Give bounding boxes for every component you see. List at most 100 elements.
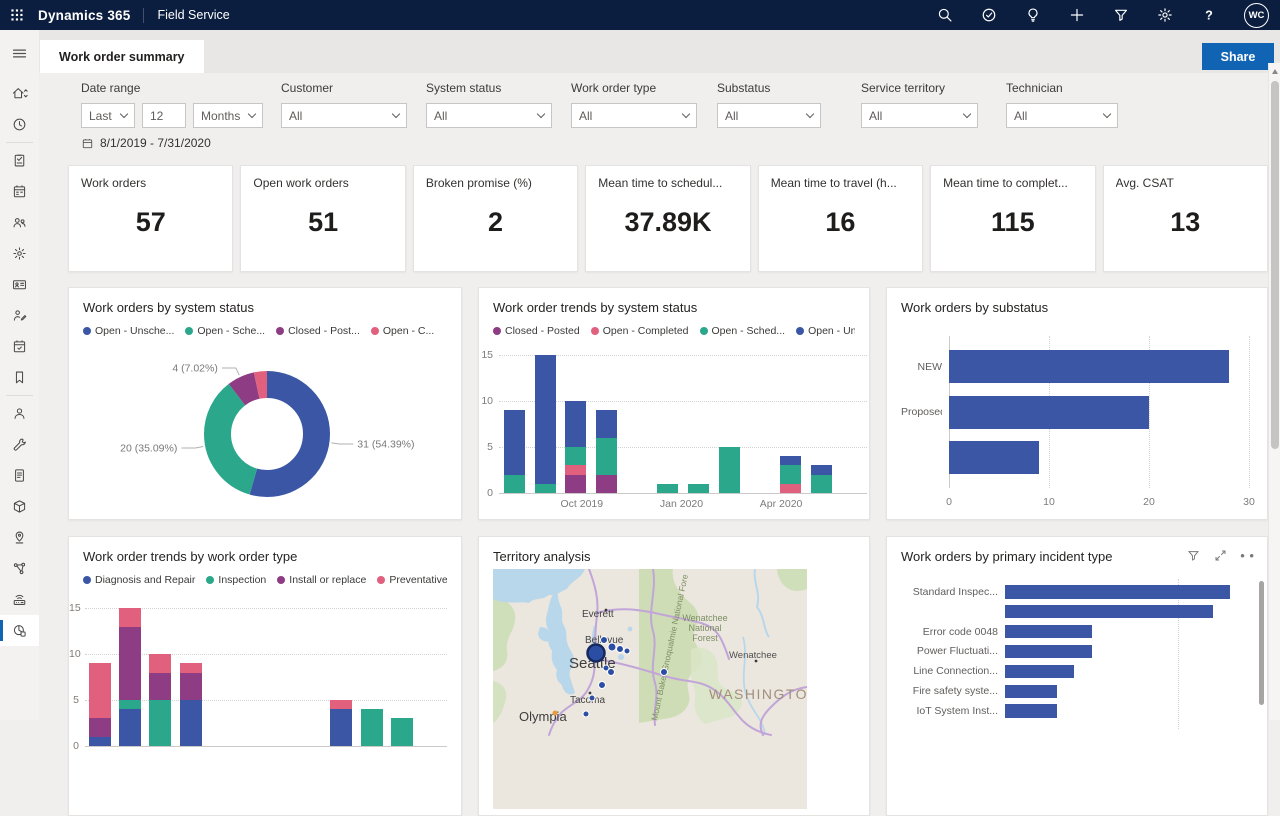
kpi-card[interactable]: Work orders57 xyxy=(68,165,233,272)
app-launcher-icon[interactable] xyxy=(0,0,34,30)
filter-select[interactable]: All xyxy=(571,103,697,128)
bar-segment-open-sched-[interactable] xyxy=(688,484,709,493)
legend-item[interactable]: Inspection xyxy=(206,574,266,586)
settings-icon[interactable] xyxy=(1156,6,1174,24)
avatar[interactable]: WC xyxy=(1244,3,1269,28)
sidebar-item-connections[interactable] xyxy=(0,553,39,584)
stacked-column-chart[interactable]: 051015Oct 2019Jan 2020Apr 2020 xyxy=(479,346,870,493)
sidebar-item-location[interactable] xyxy=(0,522,39,553)
legend-item[interactable]: Closed - Posted xyxy=(493,325,580,337)
ideas-icon[interactable] xyxy=(1024,6,1042,24)
tab-work-order-summary[interactable]: Work order summary xyxy=(40,40,204,73)
add-icon[interactable] xyxy=(1068,6,1086,24)
legend-item[interactable]: Open - Sche... xyxy=(185,325,265,337)
bar-segment-install-or-replace[interactable] xyxy=(119,627,141,701)
bar-segment-open-sched-[interactable] xyxy=(504,475,525,493)
bar[interactable] xyxy=(949,350,1229,383)
bar-segment-inspection[interactable] xyxy=(361,709,383,746)
bar-segment-open-completed[interactable] xyxy=(565,465,586,474)
hamburger-menu-icon[interactable] xyxy=(0,36,39,70)
app-name[interactable]: Field Service xyxy=(157,8,229,22)
filter-icon[interactable] xyxy=(1112,6,1130,24)
filter-select[interactable]: All xyxy=(1006,103,1118,128)
sidebar-item-tasks[interactable] xyxy=(0,145,39,176)
filter-icon[interactable] xyxy=(1186,548,1201,563)
bar-segment-open-unsc-[interactable] xyxy=(504,410,525,474)
search-icon[interactable] xyxy=(936,6,954,24)
card-scrollbar-thumb[interactable] xyxy=(1259,581,1264,705)
bar[interactable] xyxy=(949,396,1149,429)
bar-segment-open-sched-[interactable] xyxy=(780,465,801,483)
more-options-icon[interactable]: • • xyxy=(1240,552,1255,560)
sidebar-item-contact[interactable] xyxy=(0,398,39,429)
help-icon[interactable]: ? xyxy=(1200,6,1218,24)
kpi-card[interactable]: Broken promise (%)2 xyxy=(413,165,578,272)
scroll-up-arrow-icon[interactable] xyxy=(1272,69,1278,74)
bar-segment-open-sched-[interactable] xyxy=(719,447,740,493)
bar-segment-install-or-replace[interactable] xyxy=(149,673,171,701)
bar-segment-inspection[interactable] xyxy=(149,700,171,746)
date-unit-select[interactable]: Months (C... xyxy=(193,103,263,128)
legend-item[interactable]: Open - Completed xyxy=(591,325,689,337)
horizontal-bar-chart[interactable]: 0102030NEWProposed xyxy=(901,336,1255,516)
bar-segment-closed-posted[interactable] xyxy=(565,475,586,493)
donut-chart[interactable]: 31 (54.39%)20 (35.09%)4 (7.02%) xyxy=(69,344,462,520)
kpi-card[interactable]: Mean time to travel (h...16 xyxy=(758,165,923,272)
stacked-column-chart[interactable]: 051015 xyxy=(69,599,462,746)
bar-segment-inspection[interactable] xyxy=(119,700,141,709)
bar-segment-preventative-mai-[interactable] xyxy=(330,700,352,709)
sidebar-item-recent[interactable] xyxy=(0,109,39,140)
sidebar-item-resources[interactable] xyxy=(0,207,39,238)
bar[interactable] xyxy=(1005,665,1074,679)
legend-item[interactable]: Install or replace xyxy=(277,574,366,586)
territory-map[interactable]: Everett Bellevue Seattle Tacoma Olympia … xyxy=(493,569,807,809)
bar-segment-preventative-mai-[interactable] xyxy=(119,608,141,626)
legend-item[interactable]: Closed - Post... xyxy=(276,325,360,337)
kpi-card[interactable]: Open work orders51 xyxy=(240,165,405,272)
bar-segment-inspection[interactable] xyxy=(391,718,413,746)
sidebar-item-invoice[interactable] xyxy=(0,460,39,491)
filter-select[interactable]: All xyxy=(281,103,407,128)
legend-item[interactable]: Open - C... xyxy=(371,325,434,337)
filter-select[interactable]: All xyxy=(861,103,978,128)
legend-item[interactable]: Open - Sched... xyxy=(700,325,786,337)
bar-segment-preventative-mai-[interactable] xyxy=(180,663,202,672)
bar[interactable] xyxy=(1005,625,1092,639)
date-count-input[interactable] xyxy=(142,103,186,128)
bar-segment-open-sched-[interactable] xyxy=(657,484,678,493)
page-scrollbar[interactable] xyxy=(1268,63,1280,720)
brand-title[interactable]: Dynamics 365 xyxy=(38,8,130,23)
sidebar-item-dashboard[interactable] xyxy=(0,615,39,646)
bar-segment-open-sched-[interactable] xyxy=(811,475,832,493)
filter-select[interactable]: All xyxy=(426,103,552,128)
bar-segment-open-unsc-[interactable] xyxy=(565,401,586,447)
legend-item[interactable]: Diagnosis and Repair xyxy=(83,574,195,586)
horizontal-bar-chart[interactable]: Standard Inspec...Error code 0048Power F… xyxy=(901,579,1257,749)
sidebar-item-schedule[interactable] xyxy=(0,331,39,362)
bar-segment-diagnosis-and-repair[interactable] xyxy=(89,737,111,746)
page-scrollbar-thumb[interactable] xyxy=(1271,81,1279,449)
sidebar-item-bookmark[interactable] xyxy=(0,362,39,393)
bar-segment-install-or-replace[interactable] xyxy=(180,673,202,701)
sidebar-item-product[interactable] xyxy=(0,491,39,522)
bar-segment-preventative-mai-[interactable] xyxy=(89,663,111,718)
bar-segment-open-unsc-[interactable] xyxy=(535,355,556,484)
bar[interactable] xyxy=(1005,605,1213,619)
kpi-card[interactable]: Mean time to schedul...37.89K xyxy=(585,165,750,272)
sidebar-item-calendar[interactable] xyxy=(0,176,39,207)
bar-segment-open-sched-[interactable] xyxy=(596,438,617,475)
bar-segment-open-sched-[interactable] xyxy=(535,484,556,493)
bar[interactable] xyxy=(1005,645,1092,659)
sidebar-item-iot[interactable] xyxy=(0,584,39,615)
share-button[interactable]: Share xyxy=(1202,43,1274,70)
bar[interactable] xyxy=(1005,685,1057,699)
sidebar-item-service[interactable] xyxy=(0,238,39,269)
bar-segment-open-completed[interactable] xyxy=(780,484,801,493)
legend-item[interactable]: Open - Unsche... xyxy=(83,325,174,337)
legend-item[interactable]: Open - Unsc... xyxy=(796,325,855,337)
filter-select[interactable]: All xyxy=(717,103,821,128)
bar[interactable] xyxy=(949,441,1039,474)
kpi-card[interactable]: Mean time to complet...115 xyxy=(930,165,1095,272)
bar-segment-open-unsc-[interactable] xyxy=(780,456,801,465)
bar-segment-closed-posted[interactable] xyxy=(596,475,617,493)
